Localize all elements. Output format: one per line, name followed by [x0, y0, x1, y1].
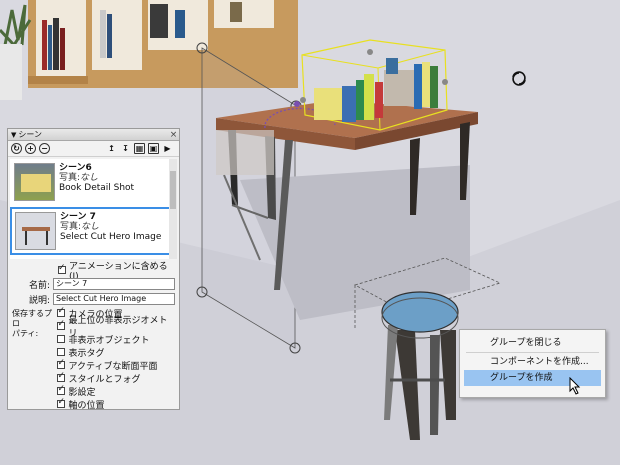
expand-icon[interactable]: ▶: [162, 143, 173, 154]
panel-title: シーン: [18, 130, 42, 139]
photo-value: なし: [80, 173, 99, 183]
scene-item[interactable]: シーン6 写真:なし Book Detail Shot: [10, 159, 177, 207]
move-up-icon[interactable]: ↥: [106, 143, 117, 154]
details-icon[interactable]: ▣: [148, 143, 159, 154]
active-section-planes-checkbox[interactable]: [57, 358, 66, 369]
collapse-arrow-icon[interactable]: ▼: [11, 131, 16, 139]
name-field[interactable]: シーン 7: [53, 278, 175, 290]
description-field[interactable]: Select Cut Hero Image: [53, 293, 175, 305]
add-icon[interactable]: +: [25, 143, 36, 154]
include-in-animation-checkbox[interactable]: [58, 263, 66, 274]
photo-label: 写真:: [60, 222, 82, 232]
property-label: 非表示オブジェクト: [68, 335, 150, 346]
scene-thumbnail: [15, 212, 56, 250]
properties-label-cont: パティ:: [12, 329, 39, 338]
camera-location-checkbox[interactable]: [57, 306, 66, 317]
property-label: 表示タグ: [68, 348, 105, 359]
move-down-icon[interactable]: ↧: [120, 143, 131, 154]
scene-item-selected[interactable]: シーン 7 写真:なし Select Cut Hero Image: [10, 207, 177, 255]
visible-tags-checkbox[interactable]: [57, 348, 66, 356]
photo-label: 写真:: [59, 173, 81, 183]
scene-list-scrollbar[interactable]: [169, 159, 177, 259]
property-label: スタイルとフォグ: [68, 374, 141, 385]
style-and-fog-checkbox[interactable]: [57, 371, 66, 382]
hidden-objects-checkbox[interactable]: [57, 335, 66, 343]
menu-separator: [466, 352, 599, 353]
property-label: 影設定: [68, 387, 96, 398]
property-label: アクティブな断面平面: [68, 361, 158, 372]
bookshelf: [28, 0, 298, 88]
menu-item-make-component[interactable]: コンポーネントを作成...: [464, 354, 601, 370]
shadow-settings-checkbox[interactable]: [57, 384, 66, 395]
refresh-icon[interactable]: ↻: [11, 143, 22, 154]
mouse-pointer-icon: [569, 377, 581, 395]
hidden-geometry-checkbox[interactable]: [57, 319, 66, 330]
properties-label: 保存するプロ: [12, 309, 52, 328]
scene-name: シーン 7: [60, 212, 96, 222]
scenes-toolbar: ↻ + − ↥ ↧ ▦ ▣ ▶: [8, 141, 179, 157]
scene-list: シーン6 写真:なし Book Detail Shot シーン 7 写真:なし …: [10, 159, 177, 259]
scene-description: Book Detail Shot: [59, 183, 135, 193]
panel-title-bar[interactable]: ▼ シーン ×: [8, 129, 179, 141]
remove-icon[interactable]: −: [39, 143, 50, 154]
property-label: 軸の位置: [68, 400, 105, 411]
scenes-panel: ▼ シーン × ↻ + − ↥ ↧ ▦ ▣ ▶ シーン6 写真:なし Book …: [7, 128, 180, 411]
scene-name: シーン6: [59, 163, 92, 173]
scene-properties: アニメーションに含める(I) 名前: シーン 7 説明: Select Cut …: [8, 259, 179, 411]
scene-thumbnail: [14, 163, 55, 201]
view-options-icon[interactable]: ▦: [134, 143, 145, 154]
close-icon[interactable]: ×: [168, 130, 179, 140]
context-menu: グループを閉じる コンポーネントを作成... グループを作成: [459, 329, 606, 398]
name-label: 名前:: [28, 280, 51, 291]
menu-item-close-group[interactable]: グループを閉じる: [464, 335, 601, 351]
scene-description: Select Cut Hero Image: [60, 232, 162, 242]
description-label: 説明:: [28, 295, 51, 306]
axes-location-checkbox[interactable]: [57, 397, 66, 408]
photo-value: なし: [81, 222, 100, 232]
